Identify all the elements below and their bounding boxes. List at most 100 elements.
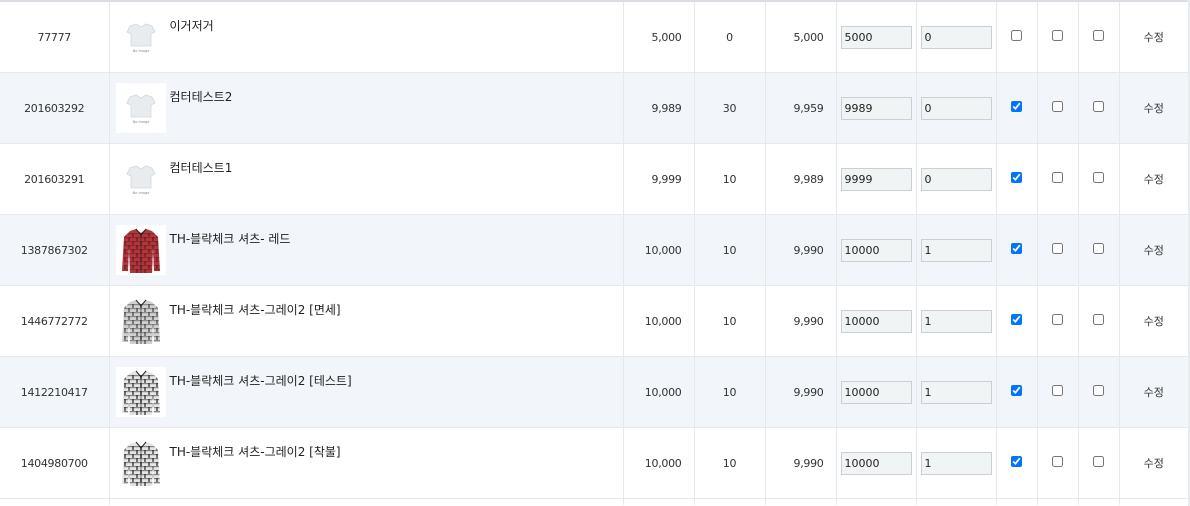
edit-link[interactable]: 수정 <box>1144 315 1164 328</box>
option-checkbox-3[interactable] <box>1093 456 1104 467</box>
edit-link[interactable]: 수정 <box>1144 31 1164 44</box>
option-checkbox-3[interactable] <box>1093 314 1104 325</box>
shirt-icon <box>121 441 160 486</box>
option-checkbox-3[interactable] <box>1093 172 1104 183</box>
display-checkbox[interactable] <box>1011 101 1022 112</box>
stock-input[interactable] <box>920 380 992 404</box>
checkbox-cell-3 <box>1078 72 1120 144</box>
checkbox-cell-2 <box>1037 214 1079 286</box>
product-thumbnail[interactable] <box>115 225 166 275</box>
product-name[interactable]: TH-블락체크 셔츠- 레드 <box>170 230 291 247</box>
product-thumbnail[interactable]: No image <box>115 83 166 133</box>
partial-cell <box>1119 499 1188 506</box>
no-image-icon: No image <box>125 94 156 124</box>
product-thumbnail[interactable] <box>115 438 166 488</box>
price-input[interactable] <box>840 451 912 475</box>
no-image-icon: No image <box>125 165 156 195</box>
price-input-cell <box>836 214 917 286</box>
svg-text:No image: No image <box>132 191 149 195</box>
table-row: 1446772772 TH-블락체크 셔츠-그레이2 [면세] 10,000 1… <box>0 285 1188 357</box>
price-input[interactable] <box>840 167 912 191</box>
product-table: 77777 No image 이거저거 5,000 0 5,000 수정 201… <box>0 2 1188 505</box>
checkbox-cell-3 <box>1078 285 1120 357</box>
stock-input[interactable] <box>920 309 992 333</box>
stock-input-cell <box>916 356 997 428</box>
stock-input[interactable] <box>920 96 992 120</box>
edit-link[interactable]: 수정 <box>1144 386 1164 399</box>
display-checkbox[interactable] <box>1011 456 1022 467</box>
checkbox-cell-2 <box>1037 143 1079 215</box>
svg-text:No image: No image <box>132 49 149 53</box>
checkbox-cell-2 <box>1037 2 1079 73</box>
svg-text:No image: No image <box>132 120 149 124</box>
stock-input[interactable] <box>920 167 992 191</box>
option-checkbox-2[interactable] <box>1052 30 1063 41</box>
final-price: 9,959 <box>765 72 837 144</box>
partial-cell <box>765 498 837 505</box>
stock-input-cell <box>916 72 997 144</box>
final-price: 9,990 <box>765 214 837 286</box>
edit-cell: 수정 <box>1119 72 1188 144</box>
option-checkbox-2[interactable] <box>1052 456 1063 467</box>
product-code: 1404980700 <box>0 427 110 499</box>
partial-cell <box>623 498 695 505</box>
product-name[interactable]: 이거저거 <box>170 17 214 34</box>
option-checkbox-3[interactable] <box>1093 385 1104 396</box>
stock-input-cell <box>916 143 997 215</box>
option-checkbox-2[interactable] <box>1052 314 1063 325</box>
option-checkbox-2[interactable] <box>1052 101 1063 112</box>
product-name[interactable]: TH-블락체크 셔츠-그레이2 [면세] <box>170 301 341 318</box>
price-input[interactable] <box>840 380 912 404</box>
option-checkbox-2[interactable] <box>1052 172 1063 183</box>
product-thumbnail[interactable]: No image <box>115 12 166 62</box>
product-name[interactable]: 컴터테스트1 <box>170 159 233 176</box>
product-thumbnail[interactable]: No image <box>115 154 166 204</box>
stock-input-cell <box>916 214 997 286</box>
product-cell: TH-블락체크 셔츠-그레이2 [테스트] <box>109 356 624 428</box>
partial-cell <box>916 498 997 505</box>
option-checkbox-3[interactable] <box>1093 101 1104 112</box>
discount: 10 <box>694 143 766 215</box>
display-checkbox[interactable] <box>1011 172 1022 183</box>
checkbox-cell-3 <box>1078 427 1120 499</box>
product-name[interactable]: 컴터테스트2 <box>170 88 233 105</box>
table-row: 201603292 No image 컴터테스트2 9,989 30 9,959… <box>0 72 1188 144</box>
product-code: 201603292 <box>0 72 110 144</box>
edit-link[interactable]: 수정 <box>1144 244 1164 257</box>
product-table-body: 77777 No image 이거저거 5,000 0 5,000 수정 201… <box>0 2 1188 505</box>
price-input-cell <box>836 2 917 73</box>
product-name[interactable]: TH-블락체크 셔츠-그레이2 [테스트] <box>170 372 352 389</box>
display-checkbox[interactable] <box>1011 243 1022 254</box>
final-price: 5,000 <box>765 2 837 73</box>
price-input[interactable] <box>840 238 912 262</box>
display-checkbox[interactable] <box>1011 314 1022 325</box>
final-price: 9,990 <box>765 427 837 499</box>
display-checkbox[interactable] <box>1011 30 1022 41</box>
stock-input[interactable] <box>920 25 992 49</box>
product-name[interactable]: TH-블락체크 셔츠-그레이2 [착불] <box>170 443 341 460</box>
shirt-icon <box>121 228 160 273</box>
stock-input[interactable] <box>920 451 992 475</box>
edit-link[interactable]: 수정 <box>1144 173 1164 186</box>
discount: 30 <box>694 72 766 144</box>
product-thumbnail[interactable] <box>115 367 166 417</box>
table-row: 77777 No image 이거저거 5,000 0 5,000 수정 <box>0 2 1188 73</box>
price-input[interactable] <box>840 309 912 333</box>
product-cell: No image 컴터테스트2 <box>109 72 624 144</box>
product-cell: TH-블락체크 셔츠-그레이2 [착불] <box>109 427 624 499</box>
edit-link[interactable]: 수정 <box>1144 457 1164 470</box>
product-thumbnail[interactable] <box>115 296 166 346</box>
table-row: 201603291 No image 컴터테스트1 9,999 10 9,989… <box>0 143 1188 215</box>
option-checkbox-2[interactable] <box>1052 385 1063 396</box>
edit-link[interactable]: 수정 <box>1144 102 1164 115</box>
option-checkbox-3[interactable] <box>1093 30 1104 41</box>
price-input[interactable] <box>840 96 912 120</box>
edit-cell: 수정 <box>1119 214 1188 286</box>
stock-input[interactable] <box>920 238 992 262</box>
partial-cell <box>996 498 1038 505</box>
display-checkbox[interactable] <box>1011 385 1022 396</box>
option-checkbox-2[interactable] <box>1052 243 1063 254</box>
option-checkbox-3[interactable] <box>1093 243 1104 254</box>
price-input[interactable] <box>840 25 912 49</box>
checkbox-cell-1 <box>996 285 1038 357</box>
